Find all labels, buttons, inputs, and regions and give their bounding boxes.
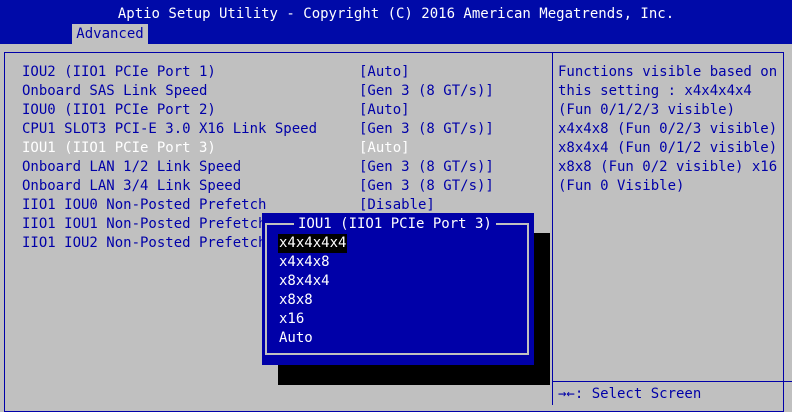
help-line: this setting : x4x4x4x4 (558, 83, 752, 99)
setting-label-sas-link-speed[interactable]: Onboard SAS Link Speed (22, 82, 207, 101)
key-hint-select-screen: →←: Select Screen (558, 386, 702, 402)
setting-label-lan12-link-speed[interactable]: Onboard LAN 1/2 Link Speed (22, 158, 241, 177)
setting-value-iou1[interactable]: [Auto] (359, 139, 410, 158)
help-line: Functions visible based on (558, 64, 778, 80)
tab-advanced[interactable]: Advanced (72, 24, 148, 44)
setting-label-iou0[interactable]: IOU0 (IIO1 PCIe Port 2) (22, 101, 216, 120)
setting-value-iou2[interactable]: [Auto] (359, 63, 410, 82)
help-line: x4x4x8 (Fun 0/2/3 visible) (558, 121, 778, 137)
help-divider (552, 52, 553, 405)
popup-option[interactable]: x4x4x4x4 (278, 234, 348, 253)
app-title: Aptio Setup Utility - Copyright (C) 2016… (117, 6, 675, 22)
setting-label-iou0-prefetch[interactable]: IIO1 IOU0 Non-Posted Prefetch (22, 196, 266, 215)
popup-option[interactable]: Auto (278, 329, 314, 348)
setting-value-sas-link-speed[interactable]: [Gen 3 (8 GT/s)] (359, 82, 494, 101)
popup-option[interactable]: x8x8 (278, 291, 314, 310)
help-line: x8x4x4 (Fun 0/1/2 visible) (558, 140, 778, 156)
setting-label-lan34-link-speed[interactable]: Onboard LAN 3/4 Link Speed (22, 177, 241, 196)
popup-option[interactable]: x8x4x4 (278, 272, 331, 291)
popup-title: IOU1 (IIO1 PCIe Port 3) (294, 215, 496, 234)
help-line: x8x8 (Fun 0/2 visible) x16 (558, 159, 778, 175)
help-line: (Fun 0/1/2/3 visible) (558, 102, 736, 118)
setting-value-lan12-link-speed[interactable]: [Gen 3 (8 GT/s)] (359, 158, 494, 177)
setting-value-lan34-link-speed[interactable]: [Gen 3 (8 GT/s)] (359, 177, 494, 196)
setting-label-iou2[interactable]: IOU2 (IIO1 PCIe Port 1) (22, 63, 216, 82)
setting-value-iou0[interactable]: [Auto] (359, 101, 410, 120)
help-key-divider (553, 381, 792, 382)
popup-option[interactable]: x4x4x8 (278, 253, 331, 272)
setting-label-iou2-prefetch[interactable]: IIO1 IOU2 Non-Posted Prefetch (22, 234, 266, 253)
setting-value-slot3-link-speed[interactable]: [Gen 3 (8 GT/s)] (359, 120, 494, 139)
setting-label-slot3-link-speed[interactable]: CPU1 SLOT3 PCI-E 3.0 X16 Link Speed (22, 120, 317, 139)
setting-label-iou1[interactable]: IOU1 (IIO1 PCIe Port 3) (22, 139, 216, 158)
setting-label-iou1-prefetch[interactable]: IIO1 IOU1 Non-Posted Prefetch (22, 215, 266, 234)
help-line: (Fun 0 Visible) (558, 178, 685, 194)
popup-option[interactable]: x16 (278, 310, 305, 329)
